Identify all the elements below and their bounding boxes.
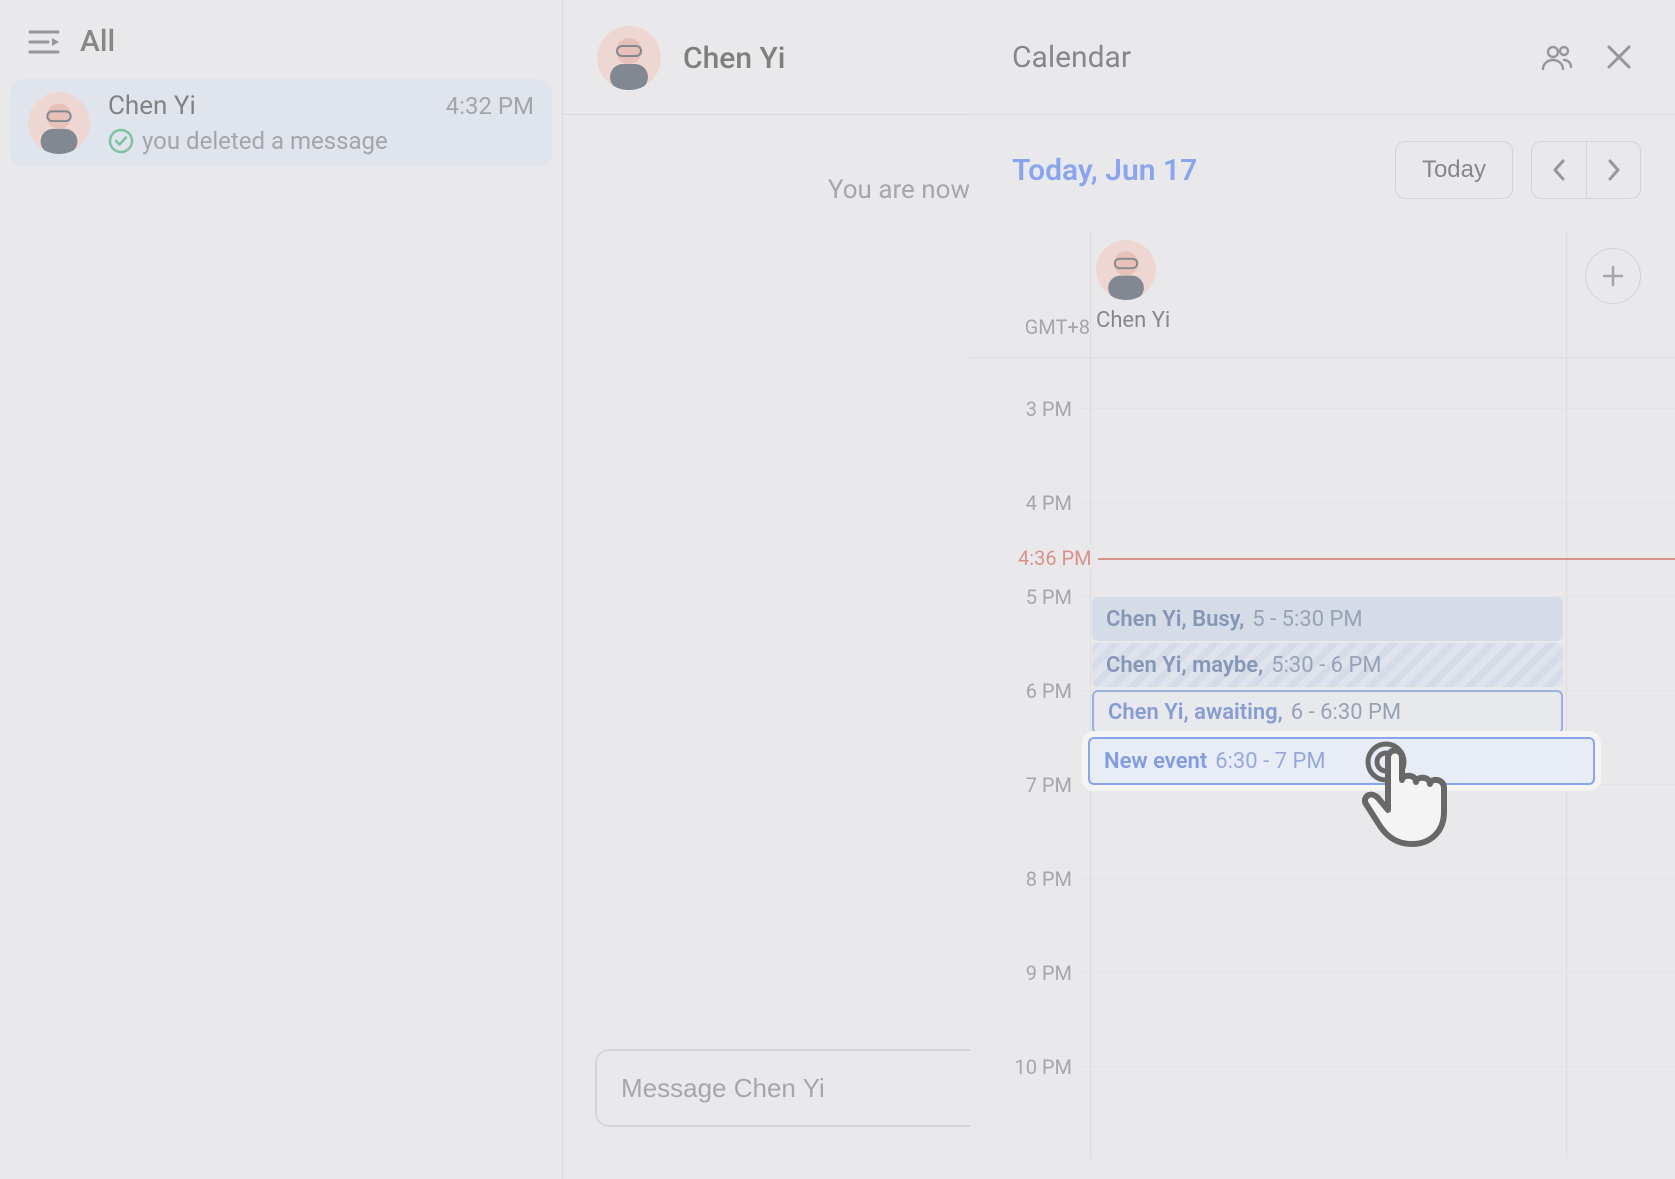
- chat-filter-label[interactable]: All: [80, 24, 115, 59]
- hour-label: 7 PM: [970, 773, 1080, 797]
- calendar-title: Calendar: [1012, 40, 1517, 75]
- time-grid[interactable]: 3 PM 4 PM 5 PM 6 PM 7 PM 8 PM 9 PM 10 PM…: [970, 358, 1675, 1158]
- filter-menu-icon[interactable]: [28, 29, 60, 55]
- next-day-button[interactable]: [1586, 142, 1640, 198]
- calendar-controls: Today, Jun 17 Today: [970, 115, 1675, 217]
- conversation-panel: Chen Yi You are now: [562, 0, 970, 1179]
- current-time-indicator: 4:36 PM: [1012, 558, 1675, 560]
- calendar-date-label: Today, Jun 17: [1012, 153, 1377, 188]
- chat-list-header: All: [10, 10, 552, 79]
- date-nav: [1531, 141, 1641, 199]
- chat-list-item[interactable]: Chen Yi 4:32 PM you deleted a message: [10, 79, 552, 167]
- event-time: 5:30 - 6 PM: [1271, 653, 1381, 678]
- calendar-event-tentative[interactable]: Chen Yi, maybe, 5:30 - 6 PM: [1092, 643, 1563, 687]
- avatar[interactable]: [597, 26, 661, 90]
- conversation-name[interactable]: Chen Yi: [683, 41, 785, 76]
- calendar-body: GMT+8 Chen Yi 3 PM 4 PM: [970, 230, 1675, 1179]
- people-icon[interactable]: [1535, 35, 1579, 79]
- prev-day-button[interactable]: [1532, 142, 1586, 198]
- hour-label: 4 PM: [970, 491, 1080, 515]
- event-title: New event: [1104, 749, 1207, 774]
- calendar-event-new[interactable]: New event 6:30 - 7 PM: [1088, 737, 1595, 785]
- avatar: [1096, 240, 1156, 300]
- hour-row: 7 PM: [970, 784, 1675, 878]
- calendar-person-name: Chen Yi: [1096, 308, 1196, 333]
- event-time: 6 - 6:30 PM: [1291, 700, 1401, 725]
- current-time-label: 4:36 PM: [1012, 546, 1098, 570]
- hour-label: 9 PM: [970, 961, 1080, 985]
- hour-row: 9 PM: [970, 972, 1675, 1066]
- calendar-event-awaiting[interactable]: Chen Yi, awaiting, 6 - 6:30 PM: [1092, 690, 1563, 734]
- avatar: [28, 92, 90, 154]
- chat-item-preview: you deleted a message: [142, 127, 388, 155]
- chat-item-body: Chen Yi 4:32 PM you deleted a message: [108, 91, 534, 155]
- event-title: Chen Yi, maybe,: [1106, 653, 1263, 678]
- calendar-people-row: GMT+8 Chen Yi: [970, 230, 1675, 358]
- chat-item-time: 4:32 PM: [446, 92, 534, 120]
- hour-row: 8 PM: [970, 878, 1675, 972]
- event-time: 6:30 - 7 PM: [1215, 749, 1325, 774]
- calendar-event-busy[interactable]: Chen Yi, Busy, 5 - 5:30 PM: [1092, 597, 1563, 641]
- checkmark-icon: [108, 128, 134, 154]
- system-message: You are now: [563, 115, 970, 205]
- hour-label: 3 PM: [970, 397, 1080, 421]
- chat-item-name: Chen Yi: [108, 91, 196, 121]
- hour-row: 3 PM: [970, 408, 1675, 502]
- event-time: 5 - 5:30 PM: [1252, 607, 1362, 632]
- event-title: Chen Yi, Busy,: [1106, 607, 1244, 632]
- timezone-label: GMT+8: [970, 315, 1090, 339]
- calendar-header: Calendar: [970, 0, 1675, 115]
- add-person-button[interactable]: [1585, 248, 1641, 304]
- chat-list-panel: All Chen Yi 4:32 PM: [0, 0, 562, 1179]
- hour-row: 10 PM: [970, 1066, 1675, 1160]
- hour-label: 5 PM: [970, 585, 1080, 609]
- event-title: Chen Yi, awaiting,: [1108, 700, 1283, 725]
- hour-label: 8 PM: [970, 867, 1080, 891]
- compose-box[interactable]: [595, 1049, 970, 1127]
- calendar-person[interactable]: Chen Yi: [1096, 240, 1196, 333]
- today-button[interactable]: Today: [1395, 141, 1513, 199]
- hour-label: 10 PM: [970, 1055, 1080, 1079]
- calendar-panel: Calendar Today, Jun 17 Today: [970, 0, 1675, 1179]
- hour-label: 6 PM: [970, 679, 1080, 703]
- close-icon[interactable]: [1597, 35, 1641, 79]
- compose-input[interactable]: [621, 1073, 946, 1104]
- conversation-header: Chen Yi: [563, 0, 970, 115]
